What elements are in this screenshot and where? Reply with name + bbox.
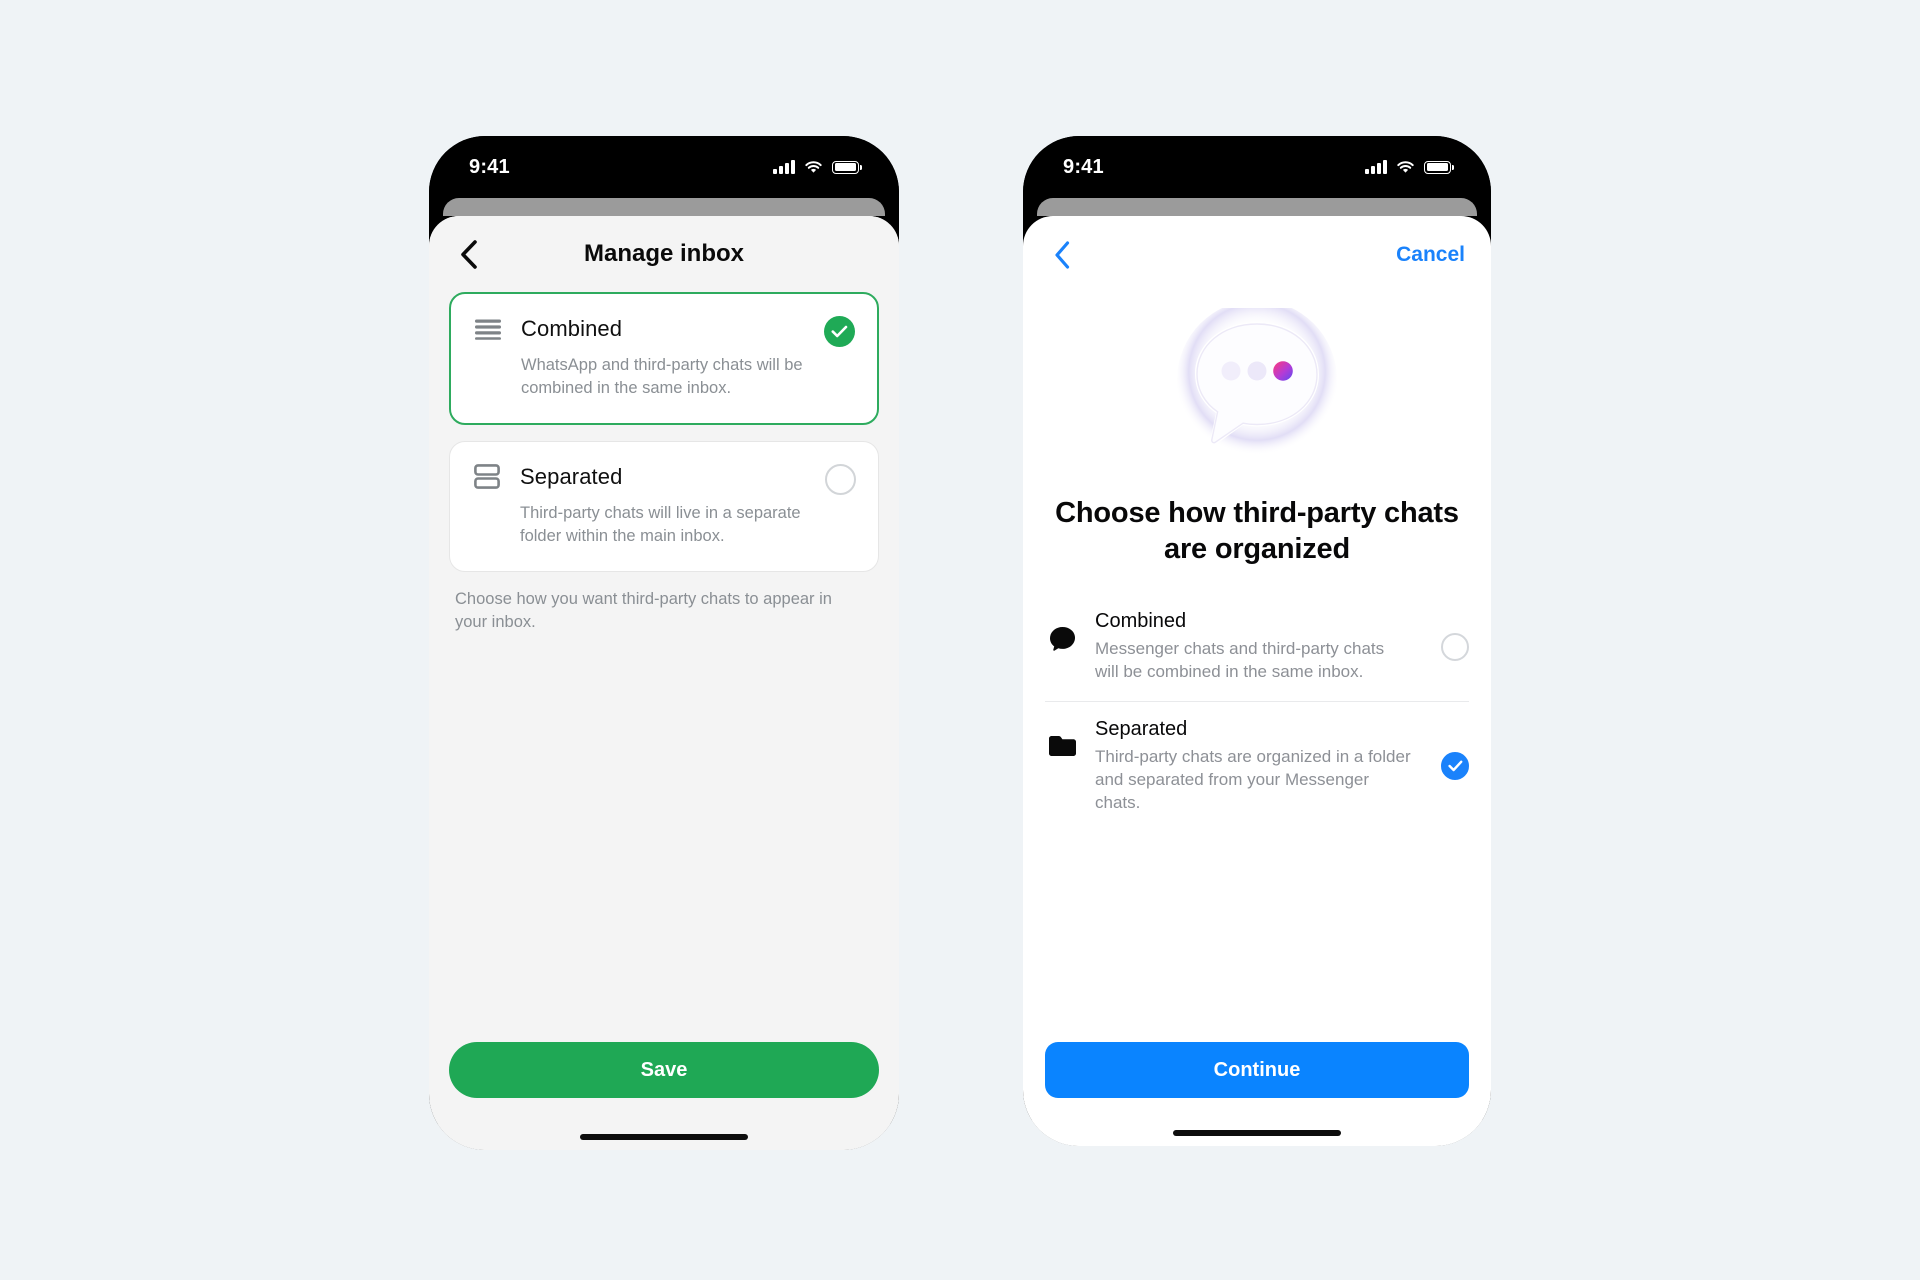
option-description: Third-party chats will live in a separat… — [520, 503, 801, 546]
check-icon — [831, 325, 848, 338]
home-indicator-left — [429, 1124, 899, 1150]
option-description: Messenger chats and third-party chats wi… — [1095, 638, 1385, 682]
screen-manage-inbox: Manage inbox Combined WhatsApp and third… — [429, 216, 899, 1150]
screenshot-canvas: 9:41 Manage inbox Combined WhatsApp and … — [0, 0, 1920, 1280]
chat-bubble-icon — [1045, 610, 1079, 651]
option-row-separated[interactable]: Separated Third-party chats are organize… — [1045, 701, 1469, 832]
option-description: Third-party chats are organized in a fol… — [1095, 747, 1411, 813]
wifi-icon — [805, 161, 822, 173]
option-header: Separated — [472, 462, 856, 492]
background-card-peek — [1037, 198, 1477, 216]
inbox-hint-text: Choose how you want third-party chats to… — [455, 589, 832, 632]
save-button[interactable]: Save — [449, 1042, 879, 1098]
option-text: Separated Third-party chats are organize… — [1095, 718, 1425, 814]
chevron-left-icon — [1055, 241, 1070, 269]
status-icons — [1365, 160, 1454, 174]
option-card-combined[interactable]: Combined WhatsApp and third-party chats … — [449, 292, 879, 425]
phone-mockup-whatsapp: 9:41 Manage inbox Combined WhatsApp and … — [429, 136, 899, 1150]
option-card-separated[interactable]: Separated Third-party chats will live in… — [449, 440, 879, 572]
list-lines-icon — [473, 314, 503, 344]
radio-unselected-combined[interactable] — [1441, 632, 1469, 661]
cellular-bars-icon — [1365, 160, 1387, 174]
speech-bubble-dots-illustration — [1045, 294, 1469, 478]
wifi-icon — [1397, 161, 1414, 173]
footer-left: Save — [429, 1042, 899, 1124]
option-header: Combined — [473, 314, 855, 344]
radio-selected-combined[interactable] — [824, 316, 855, 347]
option-description: WhatsApp and third-party chats will be c… — [521, 356, 803, 398]
screen-third-party-chats: Cancel Choose how third-party chats are … — [1023, 216, 1491, 1146]
continue-button[interactable]: Continue — [1045, 1042, 1469, 1098]
cancel-button[interactable]: Cancel — [1396, 243, 1465, 267]
options-list-left: Combined WhatsApp and third-party chats … — [429, 292, 899, 1042]
cellular-bars-icon — [773, 160, 795, 174]
battery-icon — [1424, 160, 1454, 174]
status-icons — [773, 160, 862, 174]
folder-icon — [1045, 718, 1079, 757]
option-title: Combined — [1095, 609, 1187, 632]
content-right: Choose how third-party chats are organiz… — [1023, 294, 1491, 1042]
option-row-combined[interactable]: Combined Messenger chats and third-party… — [1045, 594, 1469, 701]
home-indicator-right — [1023, 1120, 1491, 1146]
footer-right: Continue — [1023, 1042, 1491, 1120]
option-title: Separated — [1095, 718, 1188, 741]
back-button[interactable] — [1045, 238, 1079, 272]
stacked-rows-icon — [472, 462, 502, 492]
option-title: Combined — [521, 316, 623, 341]
status-bar-right: 9:41 — [1023, 136, 1491, 198]
option-title: Separated — [520, 463, 623, 489]
chevron-left-icon — [460, 239, 477, 269]
option-text: Combined Messenger chats and third-party… — [1095, 610, 1425, 683]
radio-selected-separated[interactable] — [1441, 752, 1469, 781]
background-card-peek — [443, 198, 885, 216]
status-time: 9:41 — [1063, 155, 1104, 178]
navigation-bar-right: Cancel — [1023, 216, 1491, 294]
radio-unselected-separated[interactable] — [825, 463, 856, 495]
status-time: 9:41 — [469, 155, 510, 178]
back-button[interactable] — [451, 237, 485, 271]
page-heading: Choose how third-party chats are organiz… — [1055, 497, 1459, 565]
battery-icon — [832, 160, 862, 174]
page-title: Manage inbox — [583, 240, 745, 267]
status-bar-left: 9:41 — [429, 136, 899, 198]
check-icon — [1447, 760, 1462, 772]
phone-mockup-messenger: 9:41 Cancel Choose how third-party chats… — [1023, 136, 1491, 1146]
navigation-bar-left: Manage inbox — [429, 216, 899, 292]
